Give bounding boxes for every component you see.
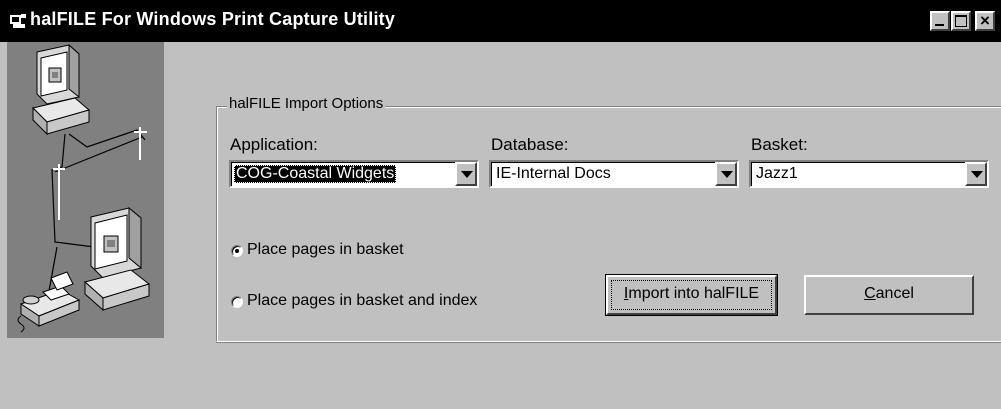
window-title: halFILE For Windows Print Capture Utilit… (30, 9, 396, 29)
basket-dropdown-button[interactable] (965, 162, 987, 186)
database-value: IE-Internal Docs (496, 165, 611, 182)
database-dropdown[interactable]: IE-Internal Docs (489, 160, 739, 188)
maximize-icon (955, 15, 967, 27)
application-dropdown[interactable]: COG-Coastal Widgets (229, 160, 479, 188)
app-icon (10, 14, 26, 28)
radio-unselected-icon (231, 296, 243, 308)
close-button[interactable]: × (975, 11, 995, 31)
radio-place-in-basket-and-index-label: Place pages in basket and index (247, 292, 478, 309)
minimize-icon (935, 24, 944, 26)
application-dropdown-button[interactable] (455, 162, 477, 186)
basket-dropdown[interactable]: Jazz1 (749, 160, 989, 188)
cancel-button-label: ancel (875, 285, 914, 302)
database-dropdown-button[interactable] (715, 162, 737, 186)
database-label: Database: (491, 135, 569, 154)
network-illustration (7, 42, 164, 338)
import-options-title: halFILE Import Options (227, 95, 386, 112)
radio-place-in-basket-label: Place pages in basket (247, 241, 404, 258)
computers-fax-icon (17, 43, 151, 333)
cancel-button[interactable]: Cancel (804, 275, 974, 315)
chevron-down-icon (461, 171, 473, 178)
application-label: Application: (230, 135, 318, 154)
cancel-button-mnemonic: C (864, 285, 876, 302)
minimize-button[interactable] (930, 11, 950, 31)
application-value: COG-Coastal Widgets (234, 165, 397, 183)
chevron-down-icon (721, 171, 733, 178)
import-button[interactable]: Import into halFILE (605, 274, 778, 316)
focus-ring (611, 280, 772, 310)
maximize-button[interactable] (951, 11, 971, 31)
basket-value: Jazz1 (756, 165, 798, 182)
chevron-down-icon (971, 171, 983, 178)
radio-selected-icon (231, 245, 243, 257)
title-bar[interactable]: halFILE For Windows Print Capture Utilit… (0, 0, 1001, 42)
basket-label: Basket: (751, 135, 808, 154)
close-icon: × (980, 11, 990, 30)
print-capture-window: halFILE For Windows Print Capture Utilit… (0, 0, 1001, 409)
